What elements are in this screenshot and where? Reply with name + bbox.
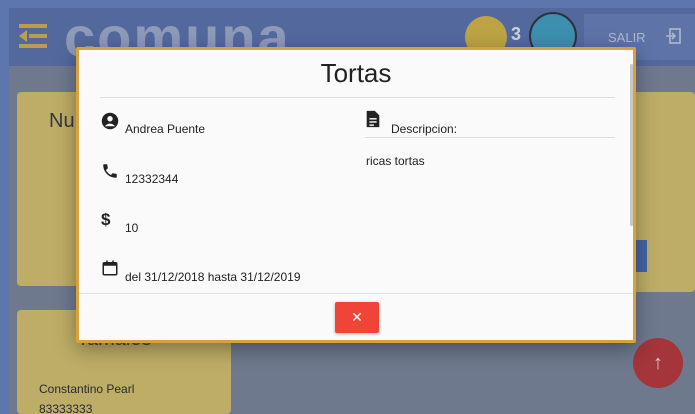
close-icon: ✕ [351, 309, 363, 325]
calendar-icon [101, 259, 121, 279]
divider [100, 97, 615, 98]
product-detail-dialog: Tortas Andrea Puente 12332344 $ 10 del 3… [76, 47, 636, 343]
date-range: del 31/12/2018 hasta 31/12/2019 [125, 270, 301, 284]
owner-name: Andrea Puente [125, 122, 206, 136]
description-text: ricas tortas [366, 154, 425, 168]
description-header: Descripcion: [365, 110, 615, 138]
price-value: 10 [125, 221, 139, 235]
phone-icon [101, 162, 121, 182]
scrollbar[interactable] [630, 64, 633, 226]
divider [79, 293, 633, 294]
dollar-icon: $ [101, 210, 111, 229]
description-label: Descripcion: [391, 122, 458, 136]
close-button[interactable]: ✕ [335, 302, 379, 333]
document-icon [365, 110, 383, 130]
dialog-title: Tortas [320, 58, 392, 88]
account-circle-icon [101, 112, 121, 132]
phone-number: 12332344 [125, 172, 179, 186]
